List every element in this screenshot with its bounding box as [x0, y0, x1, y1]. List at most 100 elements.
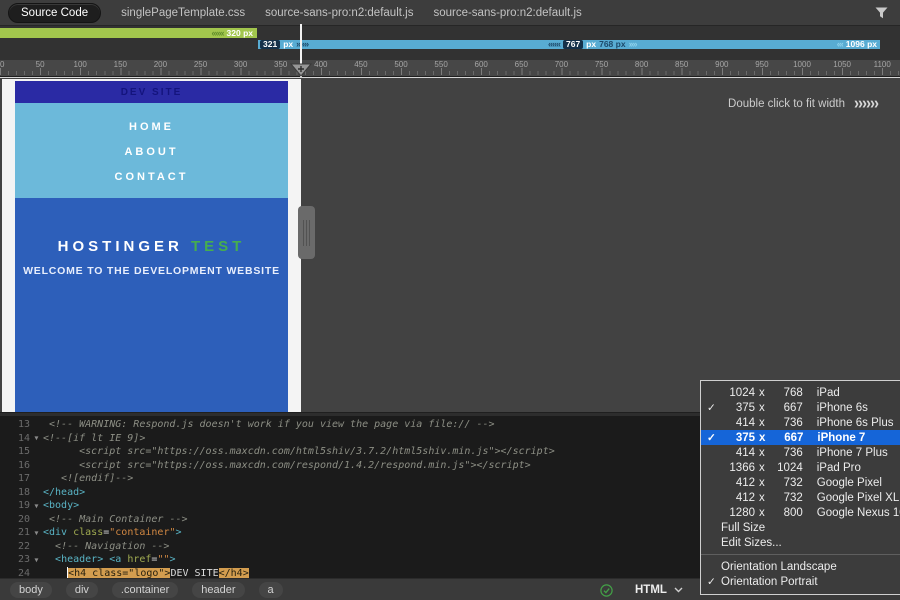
green-bar-label: 320 px: [227, 29, 253, 38]
line-number: 16: [0, 460, 30, 471]
menu-item-device-name: iPhone 6s: [817, 402, 868, 414]
fold-arrow-icon[interactable]: ▼: [30, 556, 43, 564]
menu-item-x: x: [759, 477, 765, 489]
fold-arrow-icon[interactable]: ▼: [30, 434, 43, 442]
menu-item-orientation-landscape[interactable]: Orientation Landscape: [701, 559, 900, 574]
menu-item-google-pixel-xl[interactable]: 412x732Google Pixel XL: [701, 490, 900, 505]
fold-arrow-icon[interactable]: ▼: [30, 529, 43, 537]
menu-item-height: 667: [769, 402, 803, 414]
menu-item-device-name: iPad: [817, 387, 840, 399]
site-hero: HOSTINGER TEST WELCOME TO THE DEVELOPMEN…: [15, 198, 288, 413]
menu-item-height: 732: [769, 492, 803, 504]
menu-item-iphone-6s[interactable]: ✓375x667iPhone 6s: [701, 400, 900, 415]
blue-bar-mid-labels: ‹‹‹‹‹‹ 767 px 768 px ››››: [548, 40, 637, 49]
blue-bar-end-label: ‹‹‹ 1096 px: [837, 40, 877, 49]
line-number: 18: [0, 487, 30, 498]
breadcrumb-item-container[interactable]: .container: [112, 582, 178, 598]
menu-item-height: 800: [769, 507, 803, 519]
tab-bar: Source Code singlePageTemplate.css source…: [0, 0, 900, 26]
menu-item-ipad[interactable]: 1024x768iPad: [701, 385, 900, 400]
menu-size-list: 1024x768iPad✓375x667iPhone 6s414x736iPho…: [701, 385, 900, 550]
menu-item-x: x: [759, 417, 765, 429]
line-number: 13: [0, 419, 30, 430]
menu-item-ipad-pro[interactable]: 1366x1024iPad Pro: [701, 460, 900, 475]
menu-item-label: Full Size: [721, 522, 765, 534]
blue-end-value: 1096 px: [846, 40, 877, 49]
menu-item-google-pixel[interactable]: 412x732Google Pixel: [701, 475, 900, 490]
media-query-bar-blue[interactable]: 321 px ›››››› ‹‹‹‹‹‹ 767 px 768 px ›››› …: [258, 40, 880, 49]
menu-item-iphone-7[interactable]: ✓375x667iPhone 7: [701, 430, 900, 445]
size-bars: ‹‹‹‹‹‹ 320 px 321 px ›››››› ‹‹‹‹‹‹ 767 p…: [0, 27, 900, 60]
ruler-tick-label: 350: [274, 61, 287, 69]
ruler-tick-label: 250: [194, 61, 207, 69]
ruler-tick-label: 750: [595, 61, 608, 69]
chevrons-left-icon: ‹‹‹: [837, 40, 843, 49]
tab-file-source-sans-pro-n2-default-js[interactable]: source-sans-pro:n2:default.js: [433, 7, 581, 19]
breadcrumb-item-body[interactable]: body: [10, 582, 52, 598]
tab-file-singlepagetemplate-css[interactable]: singlePageTemplate.css: [121, 7, 245, 19]
app-window: Source Code singlePageTemplate.css source…: [0, 0, 900, 600]
menu-item-height: 736: [769, 417, 803, 429]
menu-item-iphone-7-plus[interactable]: 414x736iPhone 7 Plus: [701, 445, 900, 460]
menu-item-width: 1366: [721, 462, 755, 474]
line-number: 14: [0, 433, 30, 444]
menu-item-device-name: Google Pixel XL: [817, 492, 899, 504]
resize-handle[interactable]: [298, 206, 315, 259]
ruler-tick-label: 500: [394, 61, 407, 69]
tab-file-source-sans-pro-n2-default-js[interactable]: source-sans-pro:n2:default.js: [265, 7, 413, 19]
menu-item-label: Orientation Portrait: [721, 576, 818, 588]
ruler-tick-label: 1000: [793, 61, 811, 69]
line-code: <!--[if lt IE 9]>: [43, 433, 145, 444]
menu-item-orientation-portrait[interactable]: ✓Orientation Portrait: [701, 574, 900, 589]
line-code: <script src="https://oss.maxcdn.com/resp…: [43, 460, 531, 471]
line-number: 20: [0, 514, 30, 525]
fold-arrow-icon[interactable]: ▼: [30, 502, 43, 510]
tab-source-code[interactable]: Source Code: [8, 3, 101, 23]
menu-item-width: 414: [721, 417, 755, 429]
ruler-tick-label: 950: [755, 61, 768, 69]
menu-item-width: 1280: [721, 507, 755, 519]
menu-item-google-nexus-10[interactable]: 1280x800Google Nexus 10: [701, 505, 900, 520]
site-logo: DEV SITE: [121, 87, 183, 98]
ruler-tick-label: 200: [154, 61, 167, 69]
blue-start-unit: px: [283, 40, 293, 49]
menu-item-height: 768: [769, 387, 803, 399]
filter-icon[interactable]: [872, 4, 890, 22]
lint-ok-icon[interactable]: [600, 584, 613, 597]
ruler-tick-label: 550: [434, 61, 447, 69]
line-code: <!-- WARNING: Respond.js doesn't work if…: [43, 419, 495, 430]
ruler-tick-label: 300: [234, 61, 247, 69]
media-query-bar-green[interactable]: ‹‹‹‹‹‹ 320 px: [0, 28, 257, 38]
breadcrumb-item-a[interactable]: a: [259, 582, 283, 598]
menu-item-edit-sizes[interactable]: Edit Sizes...: [701, 535, 900, 550]
line-number: 15: [0, 446, 30, 457]
chevrons-right-icon: ››››: [629, 40, 637, 49]
menu-item-height: 667: [769, 432, 803, 444]
ruler-pointer-handle[interactable]: [290, 63, 312, 82]
menu-item-x: x: [759, 462, 765, 474]
site-nav-link-about[interactable]: ABOUT: [124, 146, 178, 158]
breadcrumb-item-header[interactable]: header: [192, 582, 244, 598]
line-number: 23: [0, 554, 30, 565]
menu-item-full-size[interactable]: Full Size: [701, 520, 900, 535]
statusbar-right: HTML: [600, 579, 683, 600]
site-nav-link-home[interactable]: HOME: [129, 121, 174, 133]
language-mode-dropdown[interactable]: HTML: [635, 584, 683, 596]
line-number: 19: [0, 500, 30, 511]
chevron-down-icon: [674, 587, 683, 593]
menu-item-x: x: [759, 387, 765, 399]
line-code: <script src="https://oss.maxcdn.com/html…: [43, 446, 555, 457]
breadcrumb-item-div[interactable]: div: [66, 582, 98, 598]
line-code: <header> <a href="">: [43, 554, 176, 565]
line-code: </head>: [43, 487, 85, 498]
menu-item-label: Edit Sizes...: [721, 537, 782, 549]
fit-width-hint-text: Double click to fit width: [728, 98, 845, 110]
ruler-tick-label: 800: [635, 61, 648, 69]
blue-mid-unit: px: [586, 40, 596, 49]
menu-item-iphone-6s-plus[interactable]: 414x736iPhone 6s Plus: [701, 415, 900, 430]
ruler-tick-label: 0: [0, 61, 4, 69]
fit-width-hint: Double click to fit width ››››››: [728, 95, 878, 112]
menu-item-x: x: [759, 492, 765, 504]
site-nav-link-contact[interactable]: CONTACT: [115, 171, 189, 183]
menu-item-device-name: Google Nexus 10: [817, 507, 900, 519]
